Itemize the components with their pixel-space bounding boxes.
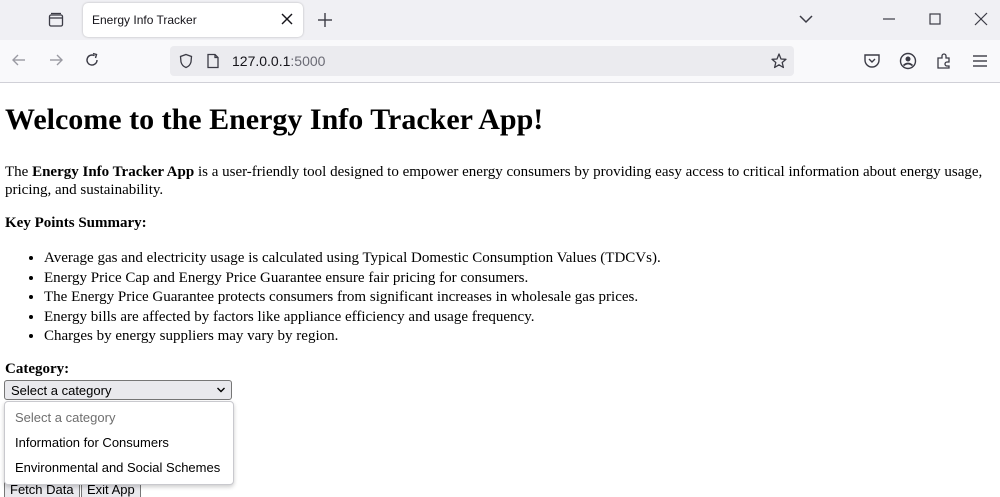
key-point-item: The Energy Price Guarantee protects cons… <box>44 288 661 308</box>
minimize-icon[interactable] <box>880 10 898 28</box>
address-bar[interactable]: 127.0.0.1:5000 <box>170 46 794 76</box>
key-points-title: Key Points Summary: <box>5 215 147 231</box>
url-port: :5000 <box>290 53 326 69</box>
close-tab-icon[interactable] <box>279 11 295 27</box>
menu-icon[interactable] <box>970 51 990 71</box>
category-select[interactable]: Select a category <box>4 380 232 400</box>
category-label: Category: <box>5 361 70 377</box>
key-points-list: Average gas and electricity usage is cal… <box>0 249 661 347</box>
browser-tab[interactable]: Energy Info Tracker <box>83 3 303 37</box>
intro-prefix: The <box>5 164 33 180</box>
url-text[interactable]: 127.0.0.1:5000 <box>232 53 325 69</box>
chevron-down-icon[interactable] <box>797 10 815 28</box>
extensions-icon[interactable] <box>934 51 954 71</box>
star-icon[interactable] <box>770 52 788 70</box>
url-host: 127.0.0.1 <box>232 53 291 69</box>
key-point-item: Average gas and electricity usage is cal… <box>44 249 661 269</box>
window-close-icon[interactable] <box>972 10 990 28</box>
navigation-toolbar: 127.0.0.1:5000 <box>0 40 1000 83</box>
back-arrow-icon[interactable] <box>10 51 28 69</box>
key-point-item: Energy Price Cap and Energy Price Guaran… <box>44 269 661 289</box>
shield-icon[interactable] <box>178 53 194 69</box>
key-point-item: Energy bills are affected by factors lik… <box>44 308 661 328</box>
category-option[interactable]: Environmental and Social Schemes <box>15 460 220 475</box>
firefox-view-icon <box>48 12 64 27</box>
intro-app-name: Energy Info Tracker App <box>32 164 195 180</box>
category-option[interactable]: Information for Consumers <box>15 435 169 450</box>
tab-title: Energy Info Tracker <box>92 13 197 27</box>
chevron-down-icon <box>217 387 225 393</box>
reload-icon[interactable] <box>83 51 101 69</box>
tab-strip: Energy Info Tracker <box>0 0 1000 40</box>
page-title: Welcome to the Energy Info Tracker App! <box>5 103 544 136</box>
forward-arrow-icon[interactable] <box>47 51 65 69</box>
page-content: Welcome to the Energy Info Tracker App! … <box>0 83 1000 497</box>
category-selected-value: Select a category <box>11 383 112 398</box>
maximize-icon[interactable] <box>926 10 944 28</box>
page-icon[interactable] <box>206 53 220 69</box>
intro-paragraph: The Energy Info Tracker App is a user-fr… <box>5 163 985 199</box>
account-icon[interactable] <box>898 51 918 71</box>
category-dropdown: Select a category Information for Consum… <box>4 401 234 485</box>
new-tab-icon[interactable] <box>315 10 335 30</box>
key-point-item: Charges by energy suppliers may vary by … <box>44 327 661 347</box>
pocket-icon[interactable] <box>862 51 882 71</box>
firefox-view-button[interactable] <box>41 6 71 34</box>
category-option[interactable]: Select a category <box>15 410 115 425</box>
